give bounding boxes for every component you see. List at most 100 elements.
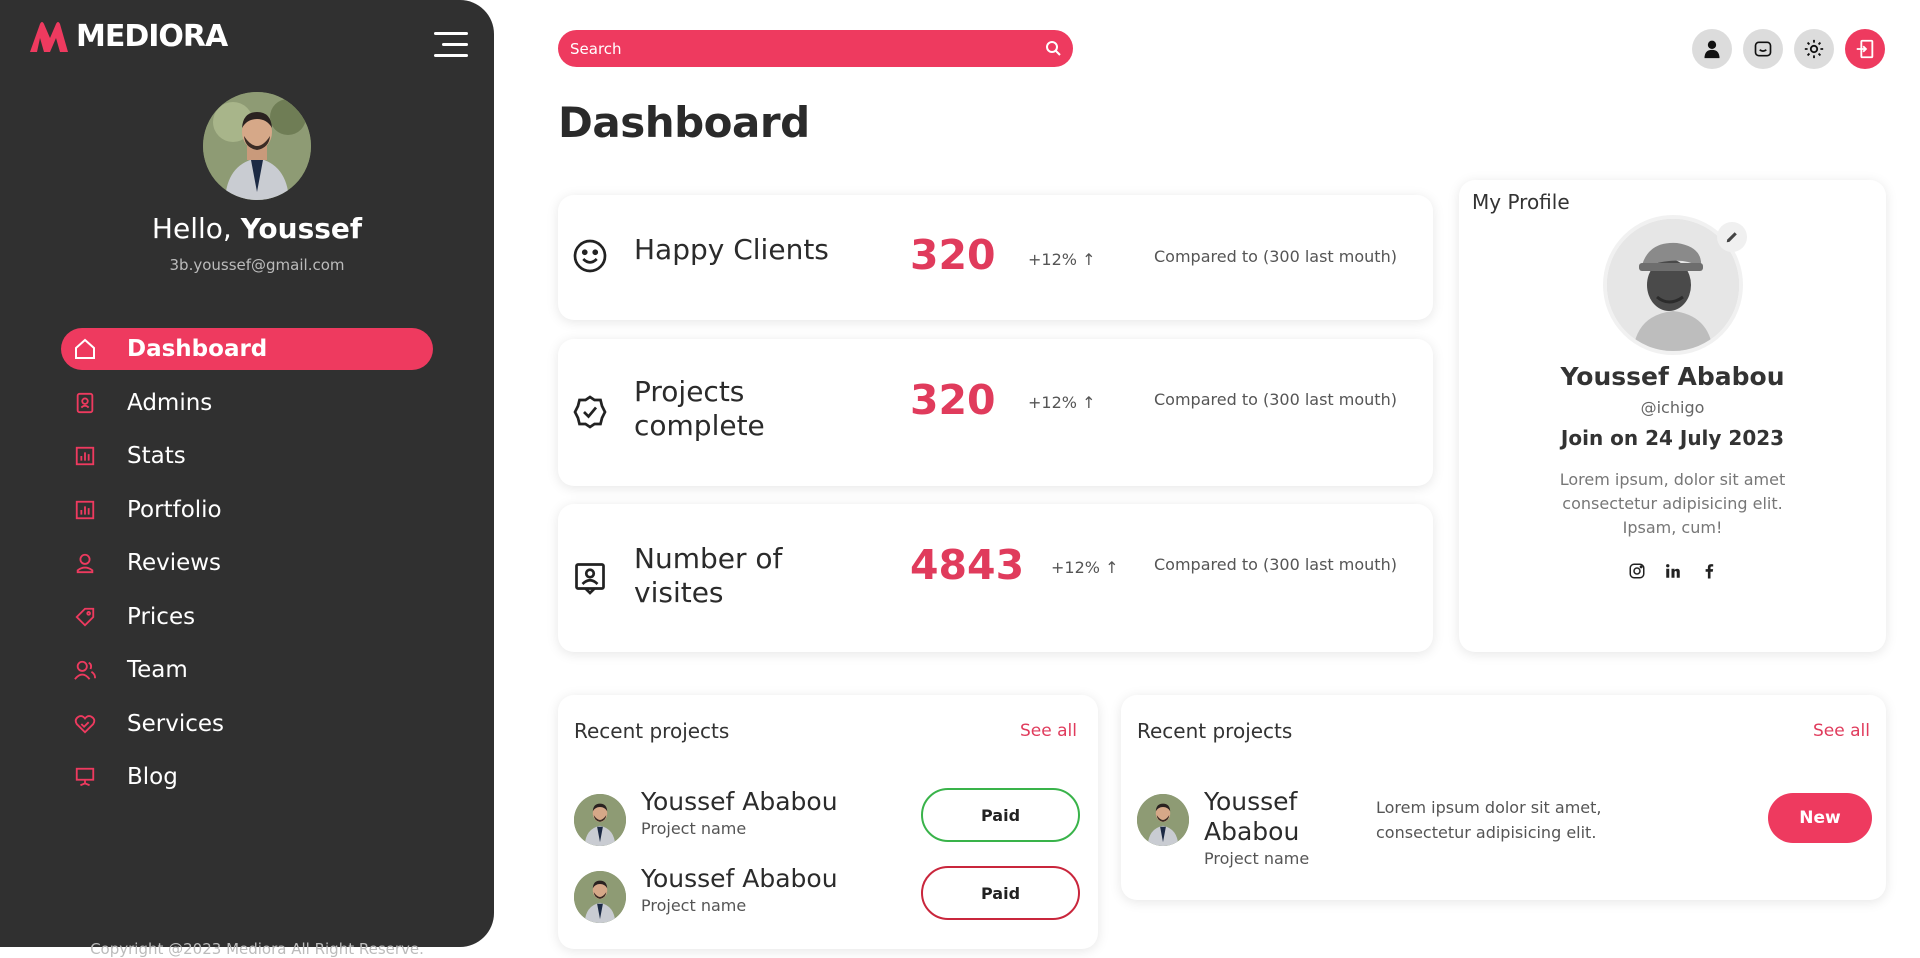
logo-mark-icon (30, 22, 68, 52)
stat-compare: Compared to (300 last mouth) (1154, 555, 1397, 574)
header-actions (1692, 29, 1885, 69)
greeting-text: Hello, (151, 212, 232, 245)
avatar (1137, 794, 1189, 846)
linkedin-icon[interactable] (1664, 562, 1682, 580)
profile-handle: @ichigo (1640, 398, 1705, 417)
project-owner-name: Youssef Ababou (641, 864, 838, 893)
status-paid-button[interactable]: Paid (921, 866, 1080, 920)
user-email: 3b.youssef@gmail.com (169, 256, 345, 274)
home-icon (72, 336, 98, 362)
recent-projects-title: Recent projects (574, 719, 730, 743)
sidebar-item-admins[interactable]: Admins (61, 382, 433, 424)
search-bar[interactable] (558, 30, 1073, 67)
sidebar-item-blog[interactable]: Blog (61, 756, 433, 798)
stat-card-happy-clients: Happy Clients 320 +12% ↑ Compared to (30… (558, 195, 1433, 320)
search-input[interactable] (570, 39, 1030, 58)
user-icon[interactable] (1692, 29, 1732, 69)
stat-value: 320 (910, 231, 996, 279)
see-all-link[interactable]: See all (1020, 721, 1077, 741)
sidebar-item-label: Reviews (127, 550, 222, 576)
profile-bio: Lorem ipsum, dolor sit amet consectetur … (1559, 470, 1786, 537)
stat-delta: +12% ↑ (1028, 393, 1095, 412)
presentation-icon (72, 764, 98, 790)
sidebar-item-dashboard[interactable]: Dashboard (61, 328, 433, 370)
project-owner-name: Youssef Ababou (641, 787, 838, 816)
social-links (1459, 562, 1886, 580)
brand-name: MEDIORA (76, 18, 228, 54)
sidebar-nav: Dashboard Admins Stats Portfolio Reviews (61, 328, 433, 810)
profile-name: Youssef Ababou (1560, 362, 1785, 391)
greeting: Hello, Youssef (0, 212, 514, 245)
id-badge-icon (72, 390, 98, 416)
settings-icon[interactable] (1794, 29, 1834, 69)
project-name: Project name (641, 819, 747, 838)
recent-projects-card: Recent projects See all Youssef Ababou P… (1121, 695, 1886, 900)
tag-icon (72, 604, 98, 630)
sidebar-item-portfolio[interactable]: Portfolio (61, 489, 433, 531)
project-description: Lorem ipsum dolor sit amet, consectetur … (1376, 798, 1602, 842)
recent-projects-card: Recent projects See all Youssef Ababou P… (558, 695, 1098, 949)
verified-badge-icon (572, 394, 608, 434)
stat-value: 4843 (910, 541, 1025, 589)
sidebar-item-label: Portfolio (127, 496, 222, 523)
chat-icon[interactable] (1743, 29, 1783, 69)
stat-title: Number of visites (634, 542, 782, 610)
sidebar: MEDIORA Hello, Youssef 3b.youssef@gmail.… (0, 0, 494, 958)
logout-icon[interactable] (1845, 29, 1885, 69)
user-icon (72, 550, 98, 576)
stat-title-line: Number of (634, 542, 783, 575)
stat-card-projects-complete: Projects complete 320 +12% ↑ Compared to… (558, 339, 1433, 486)
sidebar-item-stats[interactable]: Stats (61, 435, 433, 477)
avatar (574, 794, 626, 846)
sidebar-item-services[interactable]: Services (61, 703, 433, 745)
edit-icon[interactable] (1717, 222, 1747, 252)
project-name: Project name (1204, 849, 1310, 868)
sidebar-item-label: Dashboard (127, 336, 268, 362)
handshake-heart-icon (72, 711, 98, 737)
recent-projects-title: Recent projects (1137, 719, 1293, 743)
project-name: Project name (641, 896, 747, 915)
arrow-up-icon: ↑ (1105, 558, 1119, 577)
user-first-name: Youssef (240, 212, 363, 245)
project-owner-name-line: Ababou (1204, 817, 1300, 846)
stat-card-visits: Number of visites 4843 +12% ↑ Compared t… (558, 504, 1433, 652)
stat-delta-text: +12% (1051, 558, 1100, 577)
chart-icon (72, 497, 98, 523)
stat-delta: +12% ↑ (1028, 250, 1095, 269)
sidebar-item-label: Team (127, 657, 188, 683)
arrow-up-icon: ↑ (1082, 250, 1096, 269)
stat-title: Projects complete (634, 375, 765, 443)
sidebar-item-label: Stats (127, 443, 186, 469)
team-icon (72, 657, 98, 683)
menu-toggle-icon[interactable] (432, 30, 468, 60)
instagram-icon[interactable] (1628, 562, 1646, 580)
sidebar-item-team[interactable]: Team (61, 649, 433, 691)
sidebar-item-prices[interactable]: Prices (61, 596, 433, 638)
status-paid-button[interactable]: Paid (921, 788, 1080, 842)
profile-join-date: Join on 24 July 2023 (1560, 426, 1785, 450)
profile-card: My Profile Youssef Ababou @ichigo Join o… (1459, 180, 1886, 652)
stat-delta-text: +12% (1028, 393, 1077, 412)
status-new-button[interactable]: New (1768, 793, 1872, 843)
copyright: Copyright @2023 Mediora All Right Reserv… (90, 940, 424, 958)
sidebar-item-reviews[interactable]: Reviews (61, 542, 433, 584)
profile-heading: My Profile (1472, 190, 1570, 214)
search-icon[interactable] (1045, 40, 1061, 60)
stat-compare: Compared to (300 last mouth) (1154, 247, 1397, 266)
facebook-icon[interactable] (1700, 562, 1718, 580)
stat-delta: +12% ↑ (1051, 558, 1118, 577)
contact-icon (572, 560, 608, 600)
sidebar-item-label: Services (127, 710, 224, 737)
sidebar-item-label: Prices (127, 603, 196, 630)
avatar (574, 871, 626, 923)
stat-title-line: visites (634, 576, 724, 609)
stat-title-line: Projects (634, 375, 745, 408)
smile-icon (572, 238, 608, 278)
project-owner-name-line: Youssef (1204, 787, 1298, 816)
sidebar-item-label: Admins (127, 389, 213, 416)
project-owner-name: Youssef Ababou (1204, 787, 1299, 847)
brand-logo[interactable]: MEDIORA (28, 18, 228, 54)
arrow-up-icon: ↑ (1082, 393, 1096, 412)
see-all-link[interactable]: See all (1813, 721, 1870, 741)
sidebar-item-label: Blog (127, 764, 178, 790)
